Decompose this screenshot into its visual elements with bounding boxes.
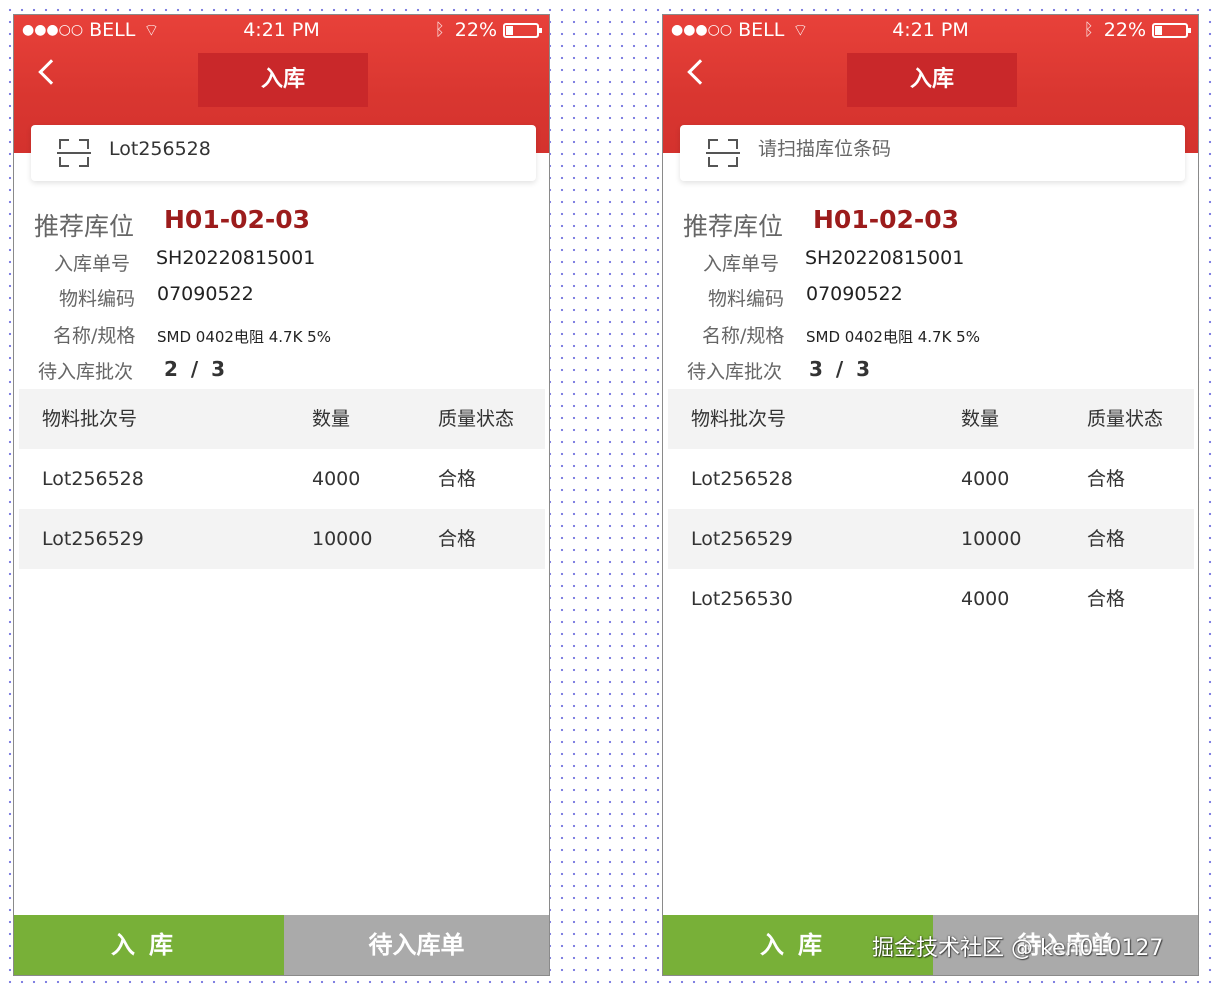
order-number-value: SH20220815001: [156, 247, 316, 269]
spec-value: SMD 0402电阻 4.7K 5%: [806, 328, 980, 346]
cell-lot: Lot256529: [42, 528, 144, 550]
recommend-location-label: 推荐库位: [683, 212, 784, 241]
header-qty: 数量: [961, 408, 1000, 430]
batch-table: 物料批次号 数量 质量状态 Lot256528 4000 合格 Lot25652…: [668, 389, 1194, 629]
battery-icon: [1152, 22, 1191, 38]
bluetooth-icon: ᛒ: [1083, 20, 1094, 40]
battery-percent: 22%: [1103, 19, 1146, 41]
pending-batch-label: 待入库批次: [687, 361, 783, 383]
header-lot: 物料批次号: [691, 408, 787, 430]
material-code-value: 07090522: [157, 283, 254, 305]
cell-qty: 4000: [961, 588, 1010, 610]
table-row[interactable]: Lot256529 10000 合格: [668, 509, 1194, 569]
cell-status: 合格: [1087, 468, 1126, 490]
phone-screen-right: ●●●○○ BELL ⌔ 4:21 PM ᛒ 22% 入库 请扫描库位条码 推荐…: [662, 14, 1199, 976]
material-code-label: 物料编码: [708, 288, 785, 310]
header-lot: 物料批次号: [42, 408, 138, 430]
scan-input[interactable]: Lot256528: [31, 125, 536, 181]
table-row[interactable]: Lot256530 4000 合格: [668, 569, 1194, 629]
cell-lot: Lot256530: [691, 588, 793, 610]
scan-icon[interactable]: [57, 139, 91, 167]
battery-icon: [503, 22, 542, 38]
recommend-location-label: 推荐库位: [34, 212, 135, 241]
pending-orders-button[interactable]: 待入库单: [284, 915, 549, 975]
cell-qty: 4000: [961, 468, 1010, 490]
pending-batch-value: 2 / 3: [164, 357, 226, 381]
order-number-label: 入库单号: [703, 253, 780, 275]
batch-table: 物料批次号 数量 质量状态 Lot256528 4000 合格 Lot25652…: [19, 389, 545, 569]
spec-value: SMD 0402电阻 4.7K 5%: [157, 328, 331, 346]
recommend-location-value: H01-02-03: [813, 205, 960, 234]
status-bar: ●●●○○ BELL ⌔ 4:21 PM ᛒ 22%: [663, 15, 1198, 45]
spec-label: 名称/规格: [53, 325, 136, 347]
back-icon[interactable]: [38, 59, 64, 85]
cell-qty: 10000: [312, 528, 373, 550]
order-number-label: 入库单号: [54, 253, 131, 275]
pending-batch-label: 待入库批次: [38, 361, 134, 383]
header-status: 质量状态: [438, 408, 515, 430]
cell-qty: 4000: [312, 468, 361, 490]
cell-status: 合格: [1087, 528, 1126, 550]
cell-status: 合格: [438, 468, 477, 490]
order-number-value: SH20220815001: [805, 247, 965, 269]
table-row[interactable]: Lot256528 4000 合格: [19, 449, 545, 509]
cell-qty: 10000: [961, 528, 1022, 550]
bluetooth-icon: ᛒ: [434, 20, 445, 40]
stock-in-button[interactable]: 入库: [14, 915, 284, 975]
status-bar: ●●●○○ BELL ⌔ 4:21 PM ᛒ 22%: [14, 15, 549, 45]
table-header: 物料批次号 数量 质量状态: [668, 389, 1194, 449]
scan-input-placeholder: 请扫描库位条码: [758, 138, 892, 160]
battery-percent: 22%: [454, 19, 497, 41]
page-title: 入库: [909, 67, 954, 92]
table-row[interactable]: Lot256529 10000 合格: [19, 509, 545, 569]
cell-status: 合格: [1087, 588, 1126, 610]
recommend-location-value: H01-02-03: [164, 205, 311, 234]
material-code-value: 07090522: [806, 283, 903, 305]
cell-lot: Lot256529: [691, 528, 793, 550]
scan-icon[interactable]: [706, 139, 740, 167]
table-header: 物料批次号 数量 质量状态: [19, 389, 545, 449]
cell-status: 合格: [438, 528, 477, 550]
watermark-text: 掘金技术社区 @ ken010127: [872, 936, 1164, 961]
material-code-label: 物料编码: [59, 288, 136, 310]
header-status: 质量状态: [1087, 408, 1164, 430]
spec-label: 名称/规格: [702, 325, 785, 347]
phone-screen-left: ●●●○○ BELL ⌔ 4:21 PM ᛒ 22% 入库 Lot256528 …: [13, 14, 550, 976]
scan-input[interactable]: 请扫描库位条码: [680, 125, 1185, 181]
cell-lot: Lot256528: [691, 468, 793, 490]
bottom-action-bar: 入库 待入库单: [14, 915, 549, 975]
header-qty: 数量: [312, 408, 351, 430]
table-row[interactable]: Lot256528 4000 合格: [668, 449, 1194, 509]
page-title: 入库: [260, 67, 305, 92]
pending-batch-value: 3 / 3: [809, 357, 871, 381]
cell-lot: Lot256528: [42, 468, 144, 490]
scan-input-value: Lot256528: [109, 138, 211, 160]
back-icon[interactable]: [687, 59, 713, 85]
